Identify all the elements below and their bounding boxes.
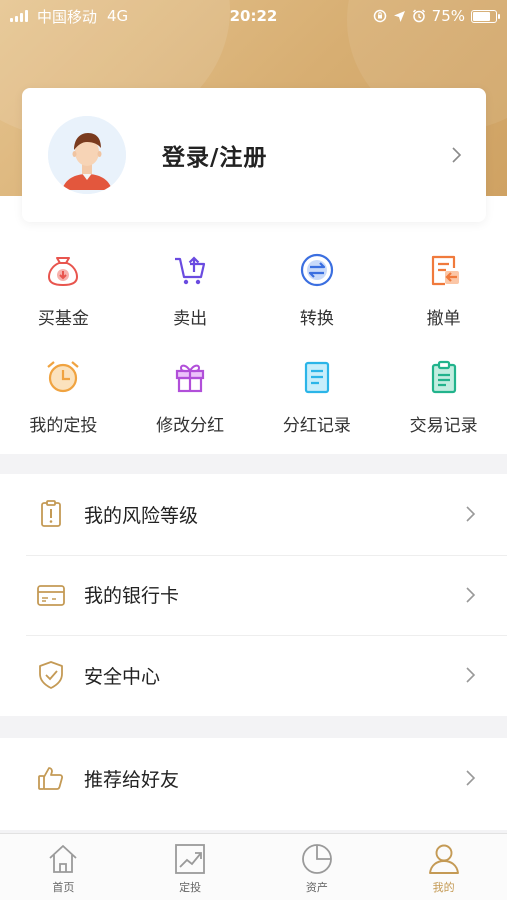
quick-actions-grid: 买基金 卖出 转换 撤单 我的定投 修改分红 分红记录 交易记录 bbox=[0, 250, 507, 464]
settings-list: 我的风险等级 我的银行卡 安全中心 bbox=[0, 474, 507, 716]
login-register-link[interactable]: 登录/注册 bbox=[162, 138, 267, 172]
menu-recommend-friend[interactable]: 推荐给好友 bbox=[0, 738, 507, 818]
tab-home[interactable]: 首页 bbox=[0, 834, 127, 900]
action-label: 转换 bbox=[299, 309, 334, 329]
menu-risk-level[interactable]: 我的风险等级 bbox=[0, 474, 507, 555]
bottom-tab-bar: 首页 定投 资产 我的 bbox=[0, 833, 507, 900]
action-label: 修改分红 bbox=[156, 416, 225, 436]
action-label: 交易记录 bbox=[409, 416, 478, 436]
bank-card-icon bbox=[37, 584, 65, 606]
chevron-right-icon bbox=[452, 147, 462, 163]
action-buy-fund[interactable]: 买基金 bbox=[0, 250, 127, 357]
alarm-clock-icon bbox=[47, 361, 80, 393]
menu-label: 安全中心 bbox=[84, 665, 161, 688]
buy-fund-icon bbox=[48, 257, 79, 287]
rotation-lock-icon bbox=[373, 9, 386, 23]
chart-trend-icon bbox=[175, 844, 206, 874]
menu-label: 我的银行卡 bbox=[84, 585, 180, 608]
tab-label: 资产 bbox=[305, 881, 328, 894]
action-label: 分红记录 bbox=[282, 416, 351, 436]
battery-percent: 75% bbox=[431, 7, 465, 25]
action-label: 买基金 bbox=[37, 309, 89, 329]
tab-label: 我的 bbox=[432, 881, 455, 894]
action-dividend-records[interactable]: 分红记录 bbox=[254, 357, 381, 464]
action-sell[interactable]: 卖出 bbox=[127, 250, 254, 357]
login-card[interactable]: 登录/注册 bbox=[22, 88, 486, 222]
action-convert[interactable]: 转换 bbox=[254, 250, 381, 357]
signal-icon bbox=[10, 10, 28, 22]
risk-level-icon bbox=[41, 500, 61, 528]
carrier-label: 中国移动 bbox=[37, 7, 98, 26]
recommend-list: 推荐给好友 bbox=[0, 738, 507, 830]
action-label: 撤单 bbox=[426, 309, 461, 329]
cancel-order-icon bbox=[431, 255, 459, 286]
clipboard-icon bbox=[431, 360, 456, 394]
menu-bank-card[interactable]: 我的银行卡 bbox=[0, 554, 507, 636]
status-bar: 中国移动 4G 20:22 75% bbox=[0, 0, 507, 32]
alarm-icon bbox=[412, 9, 425, 23]
record-icon bbox=[304, 361, 329, 394]
chevron-right-icon bbox=[466, 587, 476, 603]
home-icon bbox=[49, 845, 77, 873]
convert-icon bbox=[300, 253, 333, 287]
action-modify-dividend[interactable]: 修改分红 bbox=[127, 357, 254, 464]
tab-auto-invest[interactable]: 定投 bbox=[127, 834, 254, 900]
tab-label: 首页 bbox=[52, 881, 75, 894]
menu-label: 我的风险等级 bbox=[84, 504, 199, 527]
chevron-right-icon bbox=[466, 770, 476, 786]
menu-label: 推荐给好友 bbox=[84, 768, 180, 791]
battery-icon bbox=[471, 9, 500, 23]
chevron-right-icon bbox=[466, 506, 476, 522]
user-icon bbox=[428, 844, 459, 874]
shield-check-icon bbox=[39, 661, 63, 690]
action-label: 我的定投 bbox=[29, 416, 98, 436]
action-my-auto-invest[interactable]: 我的定投 bbox=[0, 357, 127, 464]
menu-security-center[interactable]: 安全中心 bbox=[0, 635, 507, 716]
tab-assets[interactable]: 资产 bbox=[254, 834, 381, 900]
sell-cart-icon bbox=[175, 256, 206, 285]
thumbs-up-icon bbox=[38, 767, 64, 790]
pie-chart-icon bbox=[301, 844, 332, 874]
location-icon bbox=[393, 10, 405, 22]
gift-icon bbox=[176, 364, 205, 393]
action-cancel-order[interactable]: 撤单 bbox=[380, 250, 507, 357]
avatar bbox=[48, 116, 126, 194]
action-transaction-records[interactable]: 交易记录 bbox=[380, 357, 507, 464]
tab-label: 定投 bbox=[179, 881, 202, 894]
network-label: 4G bbox=[107, 7, 129, 25]
tab-mine[interactable]: 我的 bbox=[380, 834, 507, 900]
action-label: 卖出 bbox=[173, 309, 208, 329]
chevron-right-icon bbox=[466, 667, 476, 684]
